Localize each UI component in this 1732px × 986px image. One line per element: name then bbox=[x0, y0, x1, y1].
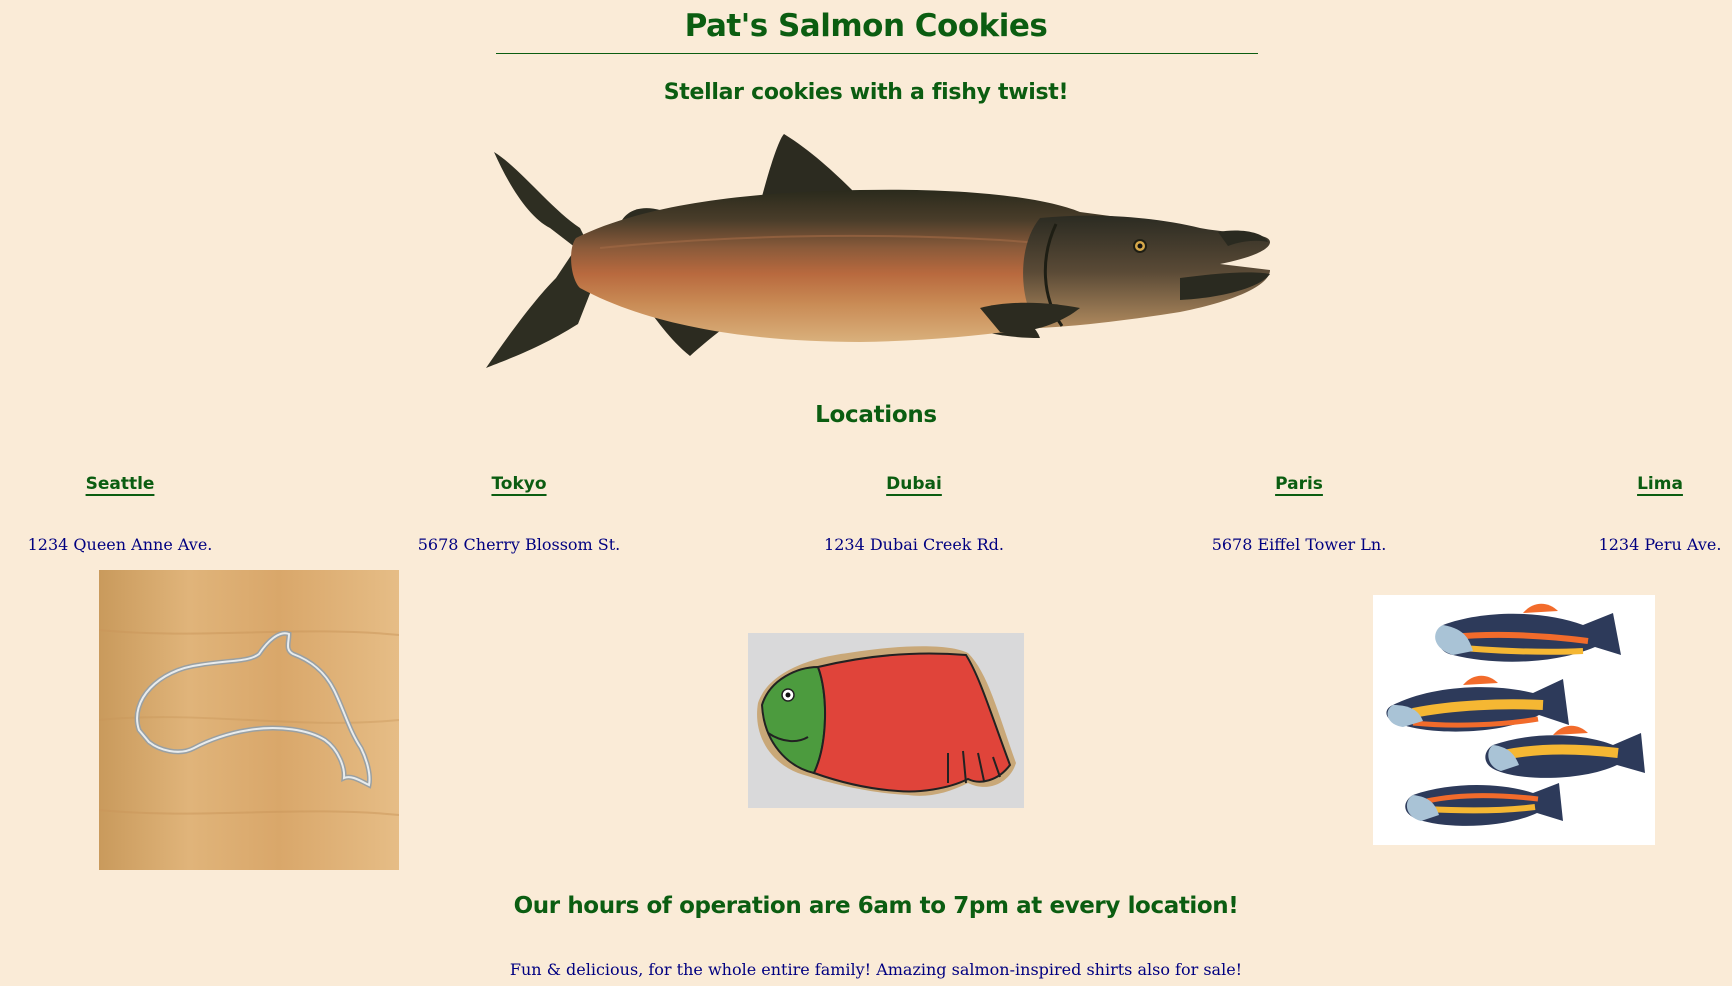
painted-fish-cookies-photo-icon bbox=[1373, 595, 1655, 845]
salmon-illustration-icon bbox=[486, 134, 1270, 368]
site-title: Pat's Salmon Cookies bbox=[684, 8, 1048, 44]
iced-salmon-cookie-photo-icon bbox=[748, 633, 1024, 808]
location-address-paris: 5678 Eiffel Tower Ln. bbox=[1211, 535, 1387, 554]
tagline: Stellar cookies with a fishy twist! bbox=[663, 80, 1069, 105]
salmon-cookie-cutter-photo-icon bbox=[99, 570, 399, 870]
location-link-seattle[interactable]: Seattle bbox=[86, 474, 155, 494]
footer-tagline: Fun & delicious, for the whole entire fa… bbox=[509, 960, 1243, 979]
hours-of-operation: Our hours of operation are 6am to 7pm at… bbox=[513, 893, 1239, 919]
location-address-seattle: 1234 Queen Anne Ave. bbox=[27, 535, 213, 554]
title-divider bbox=[496, 53, 1258, 54]
location-address-dubai: 1234 Dubai Creek Rd. bbox=[824, 535, 1004, 554]
location-address-tokyo: 5678 Cherry Blossom St. bbox=[417, 535, 621, 554]
location-address-lima: 1234 Peru Ave. bbox=[1598, 535, 1722, 554]
location-link-dubai[interactable]: Dubai bbox=[886, 474, 942, 494]
location-link-lima[interactable]: Lima bbox=[1637, 474, 1683, 494]
location-link-tokyo[interactable]: Tokyo bbox=[491, 474, 546, 494]
location-link-paris[interactable]: Paris bbox=[1275, 474, 1323, 494]
locations-heading: Locations bbox=[815, 402, 937, 428]
